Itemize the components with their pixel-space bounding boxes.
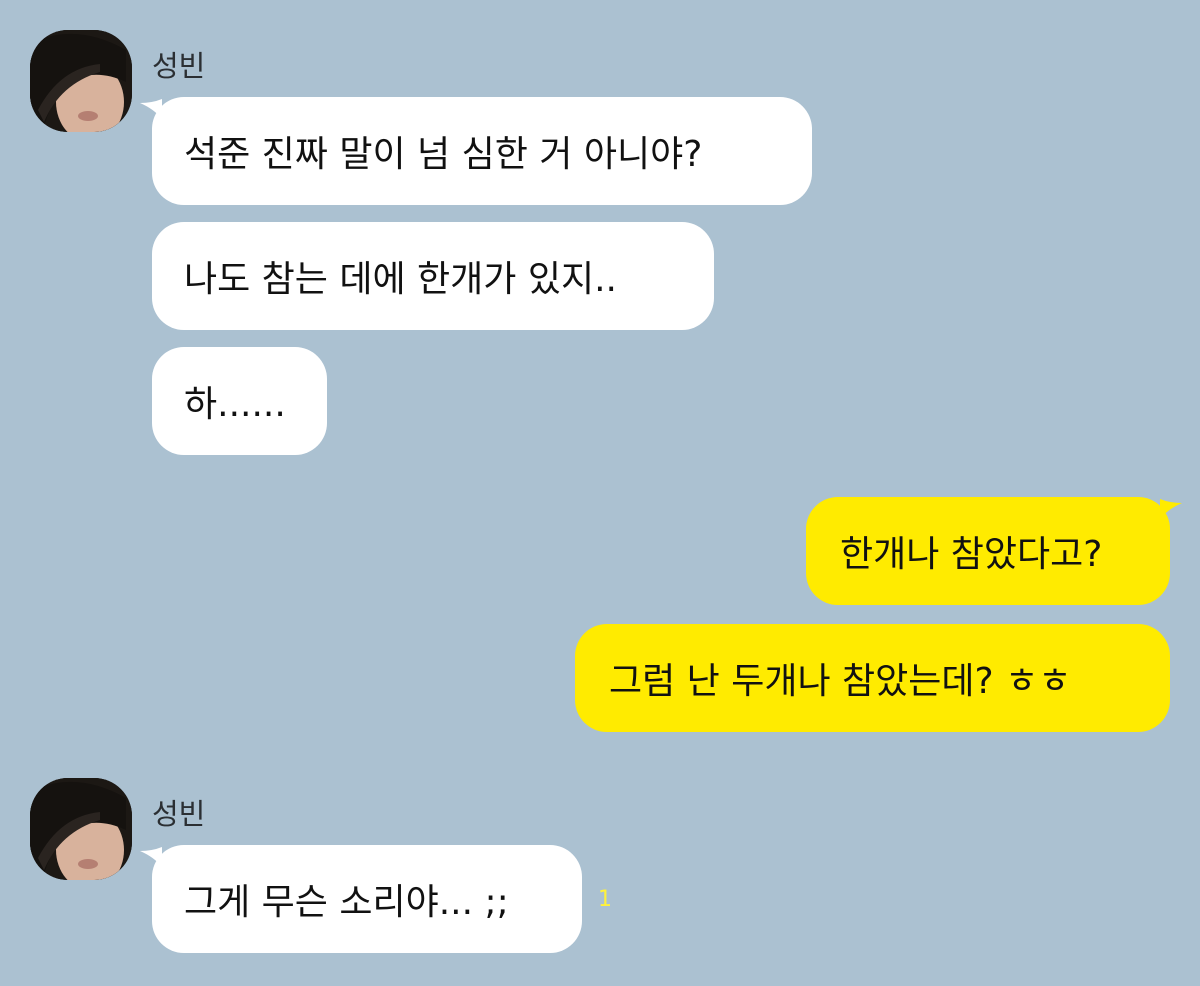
unread-count: 1 — [598, 887, 612, 912]
message-bubble-sent[interactable]: 한개나 참았다고? — [806, 497, 1182, 605]
sender-name: 성빈 — [152, 797, 206, 831]
message-text: 나도 참는 데에 한개가 있지.. — [184, 259, 617, 300]
avatar[interactable] — [30, 30, 132, 132]
bubble-tail-icon — [1160, 499, 1182, 519]
message-bubble[interactable]: 나도 참는 데에 한개가 있지.. — [152, 222, 714, 330]
message-bubble[interactable]: 하...... — [152, 347, 327, 455]
message-bubble[interactable]: 그게 무슨 소리야... ;; — [140, 845, 582, 953]
bubble-tail-icon — [140, 847, 162, 867]
message-text: 석준 진짜 말이 넘 심한 거 아니야? — [184, 134, 703, 175]
bubble-tail-icon — [140, 99, 162, 119]
message-text: 하...... — [184, 384, 286, 425]
message-bubble-sent[interactable]: 그럼 난 두개나 참았는데? ㅎㅎ — [575, 624, 1170, 732]
message-text: 그럼 난 두개나 참았는데? ㅎㅎ — [609, 661, 1072, 702]
message-text: 그게 무슨 소리야... ;; — [184, 882, 509, 923]
message-bubble[interactable]: 석준 진짜 말이 넘 심한 거 아니야? — [140, 97, 812, 205]
avatar[interactable] — [30, 778, 132, 880]
sender-name: 성빈 — [152, 49, 206, 83]
message-text: 한개나 참았다고? — [840, 534, 1103, 575]
